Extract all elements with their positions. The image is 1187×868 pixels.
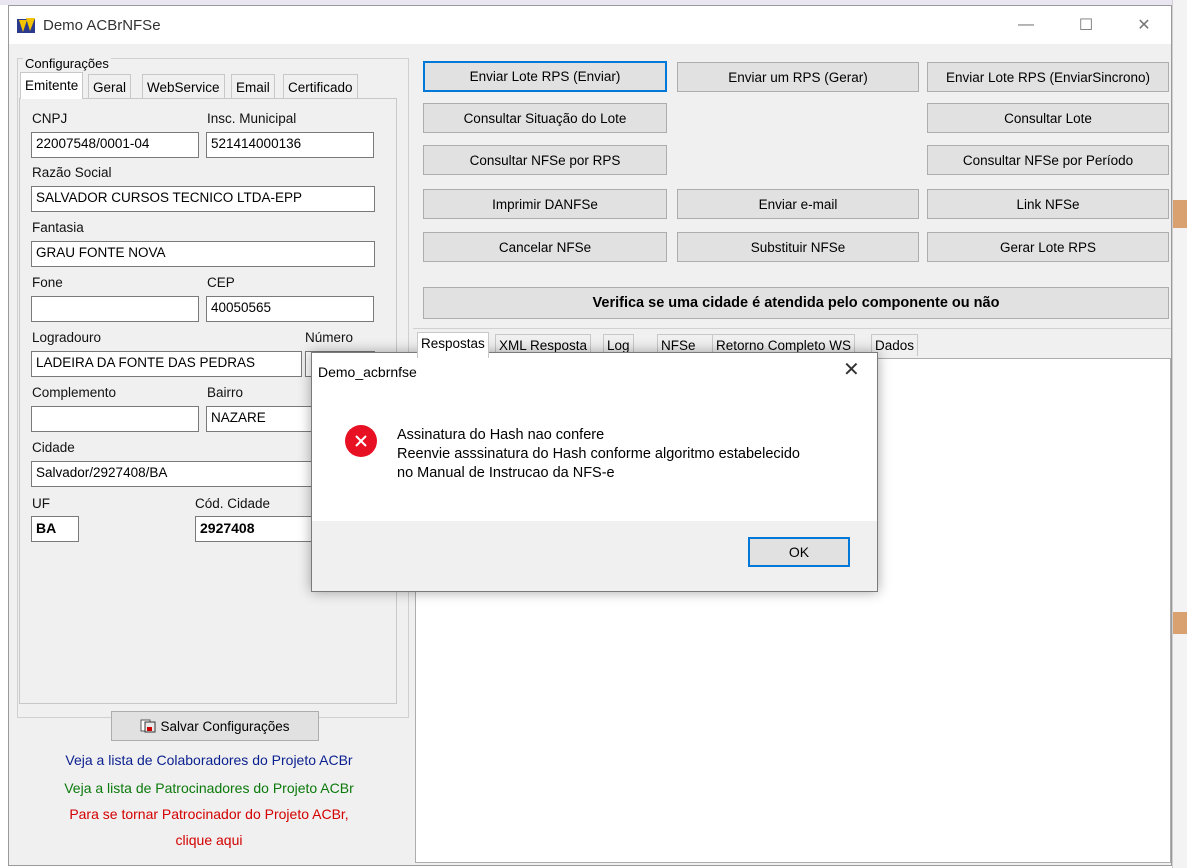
complemento-field[interactable] <box>31 406 199 432</box>
error-icon <box>345 425 377 457</box>
separator <box>413 328 1171 329</box>
title-bar: Demo ACBrNFSe — ☐ ✕ <box>9 6 1171 44</box>
fone-label: Fone <box>32 275 63 290</box>
patrocinadores-link[interactable]: Veja a lista de Patrocinadores do Projet… <box>13 780 405 796</box>
save-config-label: Salvar Configurações <box>160 718 290 734</box>
complemento-label: Complemento <box>32 385 117 400</box>
tab-certificado[interactable]: Certificado <box>283 74 358 98</box>
app-icon <box>17 18 35 33</box>
cidade-label: Cidade <box>32 440 75 455</box>
colaboradores-link[interactable]: Veja a lista de Colaboradores do Projeto… <box>13 752 405 768</box>
dialog-title: Demo_acbrnfse <box>318 364 417 380</box>
substituir-nfse-button[interactable]: Substituir NFSe <box>677 232 919 262</box>
cod-cidade-label: Cód. Cidade <box>195 496 271 511</box>
clique-aqui-link[interactable]: clique aqui <box>13 832 405 848</box>
razao-field[interactable]: SALVADOR CURSOS TECNICO LTDA-EPP <box>31 186 375 212</box>
consultar-situacao-button[interactable]: Consultar Situação do Lote <box>423 103 667 133</box>
cep-field[interactable]: 40050565 <box>206 296 374 322</box>
minimize-button[interactable]: — <box>1003 6 1049 44</box>
cep-label: CEP <box>207 275 235 290</box>
maximize-button[interactable]: ☐ <box>1063 6 1109 44</box>
save-icon <box>140 719 156 733</box>
link-nfse-button[interactable]: Link NFSe <box>927 189 1169 219</box>
enviar-lote-button[interactable]: Enviar Lote RPS (Enviar) <box>423 61 667 92</box>
logradouro-label: Logradouro <box>32 330 102 345</box>
cnpj-label: CNPJ <box>32 111 68 126</box>
razao-label: Razão Social <box>32 165 112 180</box>
background-window-edge <box>1172 0 1187 868</box>
save-config-button[interactable]: Salvar Configurações <box>111 711 319 741</box>
consultar-periodo-button[interactable]: Consultar NFSe por Período <box>927 145 1169 175</box>
gerar-lote-button[interactable]: Gerar Lote RPS <box>927 232 1169 262</box>
dialog-line-3: no Manual de Instrucao da NFS-e <box>397 465 615 481</box>
dialog-close-icon[interactable]: ✕ <box>843 357 860 382</box>
verifica-cidade-button[interactable]: Verifica se uma cidade é atendida pelo c… <box>423 287 1169 319</box>
close-button[interactable]: ✕ <box>1121 6 1167 44</box>
tab-respostas[interactable]: Respostas <box>417 332 489 358</box>
enviar-sincrono-button[interactable]: Enviar Lote RPS (EnviarSincrono) <box>927 62 1169 92</box>
tab-dados[interactable]: Dados <box>871 334 919 356</box>
dialog-line-1: Assinatura do Hash nao confere <box>397 427 605 443</box>
uf-label: UF <box>32 496 50 511</box>
tab-geral[interactable]: Geral <box>88 74 132 98</box>
tab-emitente[interactable]: Emitente <box>20 72 84 99</box>
logradouro-field[interactable]: LADEIRA DA FONTE DAS PEDRAS <box>31 351 302 377</box>
enviar-email-button[interactable]: Enviar e-mail <box>677 189 919 219</box>
tornar-patrocinador-link[interactable]: Para se tornar Patrocinador do Projeto A… <box>13 806 405 822</box>
tab-webservice[interactable]: WebService <box>142 74 225 98</box>
imprimir-danfse-button[interactable]: Imprimir DANFSe <box>423 189 667 219</box>
dialog-footer: OK <box>312 521 877 591</box>
dialog-line-2: Reenvie asssinatura do Hash conforme alg… <box>397 446 800 462</box>
fantasia-label: Fantasia <box>32 220 84 235</box>
fone-field[interactable] <box>31 296 199 322</box>
bairro-label: Bairro <box>207 385 244 400</box>
cancelar-nfse-button[interactable]: Cancelar NFSe <box>423 232 667 262</box>
error-dialog: Demo_acbrnfse ✕ Assinatura do Hash nao c… <box>311 352 878 592</box>
window-title: Demo ACBrNFSe <box>43 17 161 34</box>
numero-label: Número <box>305 330 354 345</box>
consultar-nfse-rps-button[interactable]: Consultar NFSe por RPS <box>423 145 667 175</box>
enviar-rps-button[interactable]: Enviar um RPS (Gerar) <box>677 62 919 92</box>
tab-email[interactable]: Email <box>231 74 275 98</box>
consultar-lote-button[interactable]: Consultar Lote <box>927 103 1169 133</box>
cnpj-field[interactable]: 22007548/0001-04 <box>31 132 199 158</box>
im-label: Insc. Municipal <box>207 111 297 126</box>
config-legend: Configurações <box>23 56 111 71</box>
fantasia-field[interactable]: GRAU FONTE NOVA <box>31 241 375 267</box>
dialog-message: Assinatura do Hash nao confere Reenvie a… <box>397 426 800 483</box>
im-field[interactable]: 521414000136 <box>206 132 374 158</box>
uf-field[interactable]: BA <box>31 516 79 542</box>
ok-button[interactable]: OK <box>748 537 850 567</box>
